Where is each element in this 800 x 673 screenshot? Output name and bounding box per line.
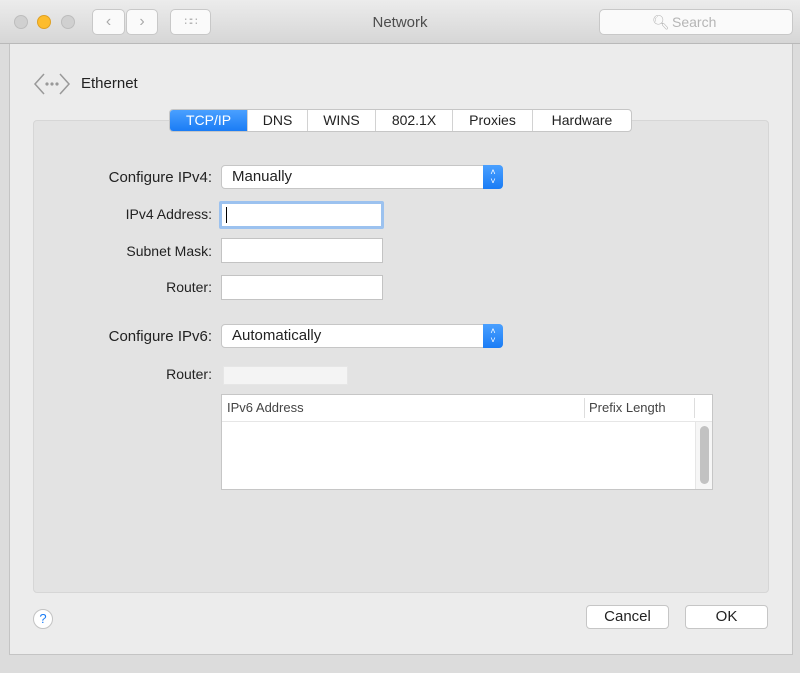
ipv6-router-label: Router: bbox=[166, 366, 212, 382]
help-icon: ? bbox=[39, 611, 47, 626]
column-divider bbox=[584, 398, 585, 418]
tab-bar: TCP/IP DNS WINS 802.1X Proxies Hardware bbox=[169, 109, 632, 132]
subnet-mask-label: Subnet Mask: bbox=[126, 243, 212, 259]
column-header-ipv6-address[interactable]: IPv6 Address bbox=[227, 400, 304, 415]
search-icon: 🔍︎ bbox=[652, 14, 670, 30]
tab-dns[interactable]: DNS bbox=[248, 110, 308, 131]
tab-8021x[interactable]: 802.1X bbox=[376, 110, 453, 131]
tab-wins[interactable]: WINS bbox=[308, 110, 376, 131]
configure-ipv4-value: Manually bbox=[232, 168, 293, 185]
configure-ipv4-select[interactable]: Manually ˄ ˅ bbox=[221, 165, 503, 189]
title-bar: ‹ › ∷∷ Network 🔍︎ Search bbox=[0, 0, 800, 44]
help-button[interactable]: ? bbox=[33, 609, 53, 629]
ethernet-icon bbox=[33, 73, 71, 95]
tab-proxies[interactable]: Proxies bbox=[453, 110, 533, 131]
table-header: IPv6 Address Prefix Length bbox=[222, 395, 712, 422]
configure-ipv6-value: Automatically bbox=[232, 327, 322, 344]
search-placeholder: Search bbox=[672, 14, 717, 30]
ipv4-address-label: IPv4 Address: bbox=[125, 206, 212, 222]
ok-button[interactable]: OK bbox=[685, 605, 768, 629]
interface-name: Ethernet bbox=[81, 75, 138, 92]
column-divider bbox=[694, 398, 695, 418]
tab-tcpip[interactable]: TCP/IP bbox=[170, 110, 248, 131]
subnet-mask-input[interactable] bbox=[221, 238, 383, 263]
ipv6-address-table: IPv6 Address Prefix Length bbox=[221, 394, 713, 490]
tab-hardware[interactable]: Hardware bbox=[533, 110, 631, 131]
ipv4-address-input[interactable] bbox=[219, 201, 384, 229]
configure-ipv4-label: Configure IPv4: bbox=[108, 169, 212, 186]
text-cursor bbox=[226, 207, 227, 223]
tab-panel bbox=[33, 120, 769, 593]
router-input[interactable] bbox=[221, 275, 383, 300]
configure-ipv6-select[interactable]: Automatically ˄ ˅ bbox=[221, 324, 503, 348]
chevron-updown-icon: ˄ ˅ bbox=[483, 324, 503, 348]
configure-ipv6-label: Configure IPv6: bbox=[108, 328, 212, 345]
router-label: Router: bbox=[166, 279, 212, 295]
scrollbar-thumb[interactable] bbox=[700, 426, 709, 484]
ipv6-router-field bbox=[223, 366, 348, 385]
cancel-button[interactable]: Cancel bbox=[586, 605, 669, 629]
search-input[interactable]: 🔍︎ Search bbox=[599, 9, 793, 35]
column-header-prefix-length[interactable]: Prefix Length bbox=[589, 400, 666, 415]
scrollbar[interactable] bbox=[695, 422, 712, 489]
chevron-updown-icon: ˄ ˅ bbox=[483, 165, 503, 189]
